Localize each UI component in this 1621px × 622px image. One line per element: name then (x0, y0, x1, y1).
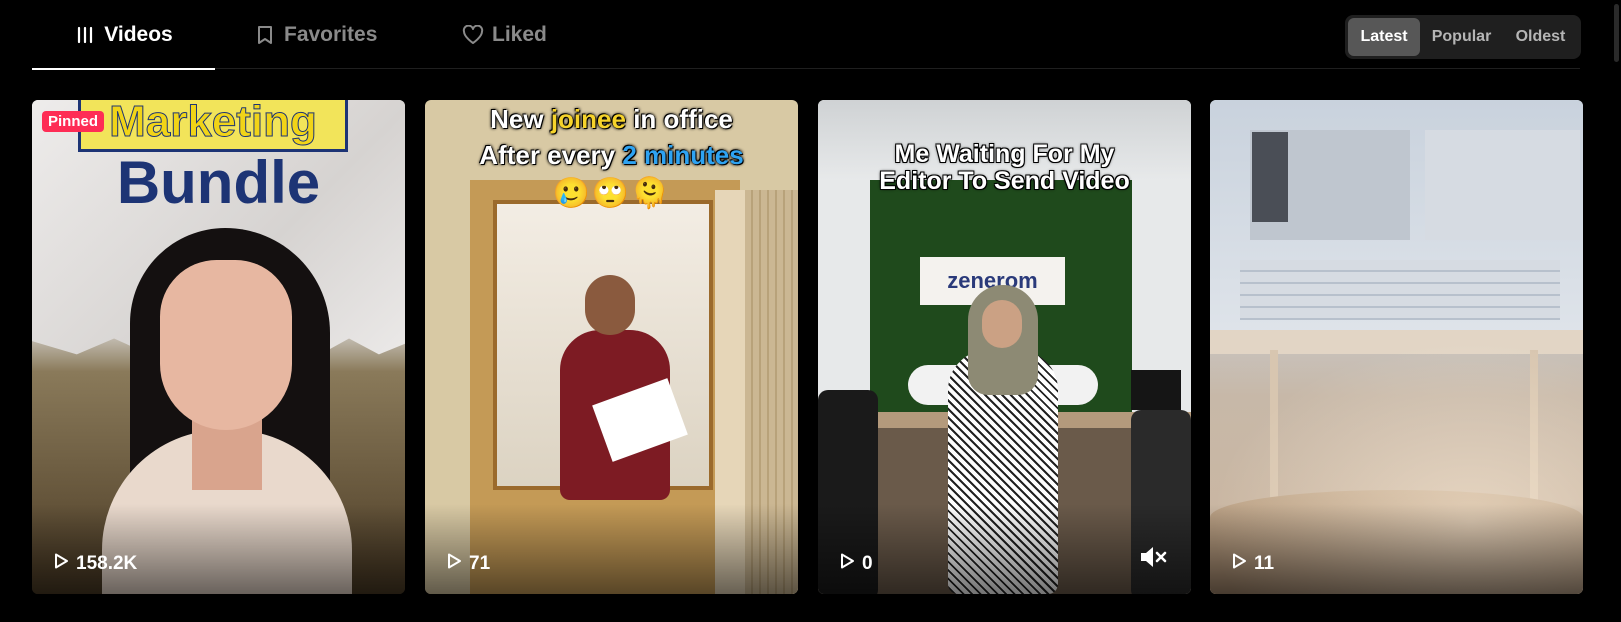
sort-control: Latest Popular Oldest (1345, 15, 1581, 59)
view-count: 11 (1230, 552, 1274, 576)
tab-videos[interactable]: Videos (32, 0, 215, 70)
heart-icon (462, 24, 484, 46)
view-count: 71 (445, 552, 490, 576)
view-count-text: 11 (1254, 553, 1275, 574)
thumbnail-caption-line-2: After every 2 minutes (479, 140, 744, 170)
sort-popular-button[interactable]: Popular (1422, 18, 1501, 56)
sort-oldest-button[interactable]: Oldest (1503, 18, 1578, 56)
sort-latest-button[interactable]: Latest (1348, 18, 1421, 56)
bookmark-icon (254, 24, 276, 46)
tab-liked-label: Liked (492, 22, 547, 46)
muted-speaker-icon[interactable] (1139, 545, 1169, 574)
view-count: 158.2K (52, 552, 137, 576)
play-icon (1230, 552, 1248, 576)
page-scrollbar[interactable] (1607, 0, 1621, 66)
thumbnail-title-text: Marketing (109, 100, 318, 147)
play-icon (838, 552, 856, 576)
play-icon (445, 552, 463, 576)
video-card[interactable]: New joinee in office After every 2 minut… (425, 100, 798, 594)
thumbnail-caption-line-1: Me Waiting For My (894, 140, 1115, 168)
thumbnail-emoji: 🥲🙄🫠 (552, 177, 671, 210)
view-count-text: 158.2K (76, 553, 138, 574)
tab-favorites[interactable]: Favorites (254, 0, 377, 69)
video-card[interactable]: zenerom Me Waiting For My Editor To Send… (818, 100, 1191, 594)
thumbnail-subtitle-text: Bundle (116, 149, 321, 216)
tab-liked[interactable]: Liked (462, 0, 547, 69)
video-grid: Marketing Bundle Pinned 158.2K New joine… (32, 100, 1583, 594)
view-count: 0 (838, 552, 873, 576)
view-count-text: 71 (469, 553, 491, 574)
thumbnail-caption-line-1: New joinee in office (490, 104, 733, 134)
tab-favorites-label: Favorites (284, 22, 378, 46)
tab-videos-label: Videos (104, 22, 173, 46)
video-card[interactable]: 11 (1210, 100, 1583, 594)
grid-lines-icon (74, 24, 96, 46)
view-count-text: 0 (862, 553, 873, 574)
thumbnail-caption-line-2: Editor To Send Video (879, 167, 1130, 195)
pinned-badge: Pinned (42, 111, 105, 132)
play-icon (52, 552, 70, 576)
video-card[interactable]: Marketing Bundle Pinned 158.2K (32, 100, 405, 594)
